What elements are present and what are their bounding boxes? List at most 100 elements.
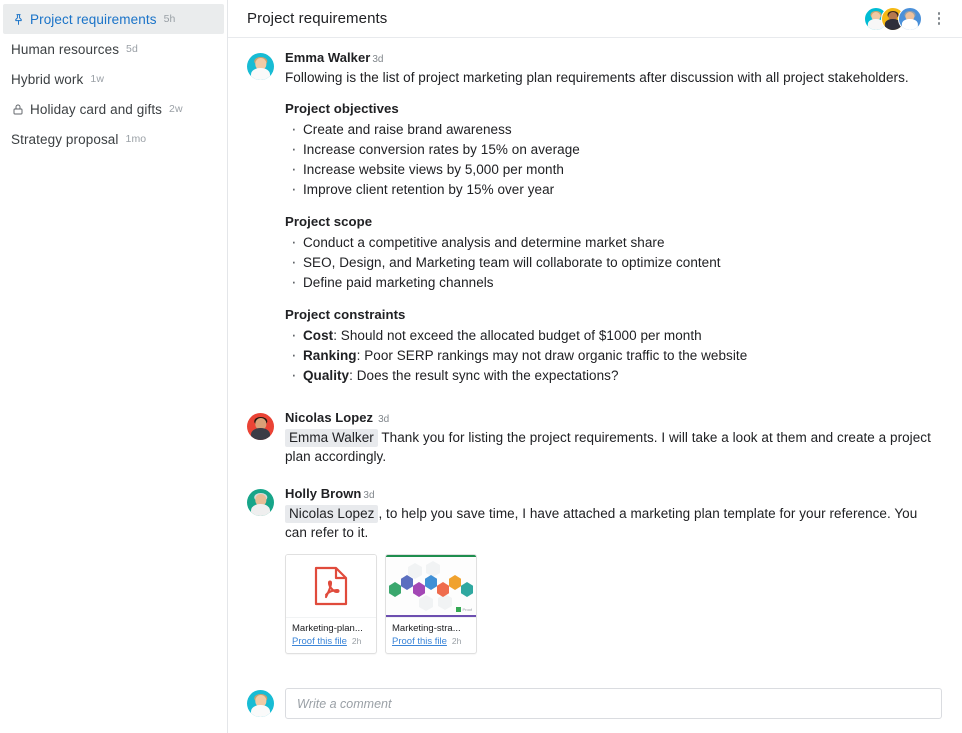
- sidebar-item-human-resources[interactable]: Human resources 5d: [0, 34, 227, 64]
- hex-7: [461, 582, 473, 597]
- sidebar-item-label: Hybrid work: [11, 71, 84, 87]
- mention-chip[interactable]: Emma Walker: [285, 429, 378, 447]
- list-item-text: : Does the result sync with the expectat…: [349, 368, 619, 383]
- main-panel: Project requirements Emma Walker 3d Foll…: [228, 0, 962, 733]
- hexagon-row: [389, 575, 473, 597]
- list-item-text: Increase conversion rates by 15% on aver…: [303, 142, 580, 157]
- list-item-text: Improve client retention by 15% over yea…: [303, 182, 555, 197]
- badge-text: Proof: [462, 607, 472, 612]
- message-text: Nicolas Lopez, to help you save time, I …: [285, 504, 942, 542]
- sidebar-item-time: 2w: [169, 103, 183, 115]
- attachment-card-pdf[interactable]: Marketing-plan... Proof this file 2h: [285, 554, 377, 654]
- list-item: Create and raise brand awareness: [291, 119, 942, 140]
- file-thumbnail: [286, 555, 376, 617]
- list-item-label: Cost: [303, 328, 334, 343]
- sidebar-item-label: Strategy proposal: [11, 131, 119, 147]
- section-title-objectives: Project objectives: [285, 101, 399, 116]
- comment-composer: [228, 680, 962, 733]
- conversation-sidebar: Project requirements 5h Human resources …: [0, 0, 228, 733]
- sidebar-item-time: 5d: [126, 43, 138, 55]
- list-item: Cost: Should not exceed the allocated bu…: [291, 325, 942, 346]
- list-item-text: : Should not exceed the allocated budget…: [333, 328, 702, 343]
- list-item: Improve client retention by 15% over yea…: [291, 179, 942, 200]
- list-item: Define paid marketing channels: [291, 272, 942, 293]
- section-title-scope: Project scope: [285, 214, 373, 229]
- message-body: , to help you save time, I have attached…: [285, 506, 918, 540]
- message-thread: Emma Walker 3d Following is the list of …: [228, 38, 962, 680]
- hex-2: [401, 575, 413, 590]
- more-options-icon[interactable]: [930, 7, 948, 31]
- file-name: Marketing-plan...: [292, 623, 363, 634]
- list-item-text: Conduct a competitive analysis and deter…: [303, 235, 665, 250]
- message-author: Holly Brown: [285, 486, 362, 501]
- hex-4: [425, 575, 437, 590]
- sidebar-item-strategy-proposal[interactable]: Strategy proposal 1mo: [0, 124, 227, 154]
- message-holly-brown: Holly Brown 3d Nicolas Lopez, to help yo…: [247, 484, 942, 654]
- list-item: Increase website views by 5,000 per mont…: [291, 159, 942, 180]
- avatar[interactable]: [247, 53, 274, 80]
- list-item: SEO, Design, and Marketing team will col…: [291, 252, 942, 273]
- message-time: 3d: [372, 54, 384, 65]
- slide-thumbnail: Proof: [386, 555, 476, 617]
- list-item-label: Quality: [303, 368, 350, 383]
- sidebar-item-label: Human resources: [11, 41, 120, 57]
- constraints-list: Cost: Should not exceed the allocated bu…: [285, 325, 942, 386]
- sidebar-item-time: 1mo: [125, 133, 147, 145]
- sidebar-item-hybrid-work[interactable]: Hybrid work 1w: [0, 64, 227, 94]
- sidebar-item-label: Project requirements: [30, 11, 157, 27]
- list-item-text: Increase website views by 5,000 per mont…: [303, 162, 564, 177]
- hex-3: [413, 582, 425, 597]
- objectives-list: Create and raise brand awareness Increas…: [285, 119, 942, 200]
- avatar[interactable]: [247, 489, 274, 516]
- avatar[interactable]: [898, 6, 922, 31]
- comment-input[interactable]: [285, 688, 942, 719]
- proof-file-link[interactable]: Proof this file: [392, 635, 447, 648]
- list-item-text: : Poor SERP rankings may not draw organi…: [356, 348, 748, 363]
- file-name: Marketing-stra...: [392, 623, 461, 634]
- file-age: 2h: [351, 636, 362, 646]
- section-title-constraints: Project constraints: [285, 307, 406, 322]
- message-time: 3d: [378, 414, 390, 425]
- list-item-text: SEO, Design, and Marketing team will col…: [303, 255, 721, 270]
- thread-header: Project requirements: [228, 0, 962, 38]
- pin-icon: [11, 12, 25, 26]
- list-item-label: Ranking: [303, 348, 357, 363]
- list-item: Ranking: Poor SERP rankings may not draw…: [291, 345, 942, 366]
- avatar[interactable]: [247, 690, 274, 717]
- attachment-list: Marketing-plan... Proof this file 2h Pro…: [285, 554, 942, 654]
- attachment-card-slide[interactable]: Proof Marketing-stra... Proof this file …: [385, 554, 477, 654]
- list-item-text: Define paid marketing channels: [303, 275, 494, 290]
- message-author: Nicolas Lopez: [285, 410, 374, 425]
- badge-square-icon: [455, 607, 461, 612]
- message-emma-walker: Emma Walker 3d Following is the list of …: [247, 48, 942, 386]
- page-title: Project requirements: [247, 10, 388, 27]
- file-thumbnail: Proof: [386, 555, 476, 617]
- hex-6: [449, 575, 461, 590]
- list-item: Conduct a competitive analysis and deter…: [291, 232, 942, 253]
- list-item: Increase conversion rates by 15% on aver…: [291, 139, 942, 160]
- lock-icon: [11, 102, 25, 116]
- message-body: Thank you for listing the project requir…: [285, 430, 931, 464]
- hex-1: [389, 582, 401, 597]
- list-item: Quality: Does the result sync with the e…: [291, 365, 942, 386]
- mention-chip[interactable]: Nicolas Lopez: [285, 505, 379, 523]
- message-text: Emma Walker Thank you for listing the pr…: [285, 428, 942, 466]
- message-nicolas-lopez: Nicolas Lopez 3d Emma Walker Thank you f…: [247, 408, 942, 466]
- list-item-text: Create and raise brand awareness: [303, 122, 512, 137]
- avatar[interactable]: [247, 413, 274, 440]
- participant-avatars[interactable]: [864, 6, 922, 31]
- slide-badge: Proof: [455, 607, 472, 612]
- sidebar-item-label: Holiday card and gifts: [30, 101, 163, 117]
- sidebar-item-project-requirements[interactable]: Project requirements 5h: [3, 4, 224, 34]
- sidebar-item-time: 5h: [163, 13, 176, 25]
- hex-5: [437, 582, 449, 597]
- message-author: Emma Walker: [285, 50, 371, 65]
- message-time: 3d: [363, 490, 375, 501]
- sidebar-item-holiday-card-and-gifts[interactable]: Holiday card and gifts 2w: [0, 94, 227, 124]
- sidebar-item-time: 1w: [90, 73, 104, 85]
- scope-list: Conduct a competitive analysis and deter…: [285, 232, 942, 293]
- file-age: 2h: [451, 636, 462, 646]
- proof-file-link[interactable]: Proof this file: [292, 635, 347, 648]
- pdf-file-icon: [314, 566, 348, 606]
- message-intro: Following is the list of project marketi…: [285, 70, 909, 85]
